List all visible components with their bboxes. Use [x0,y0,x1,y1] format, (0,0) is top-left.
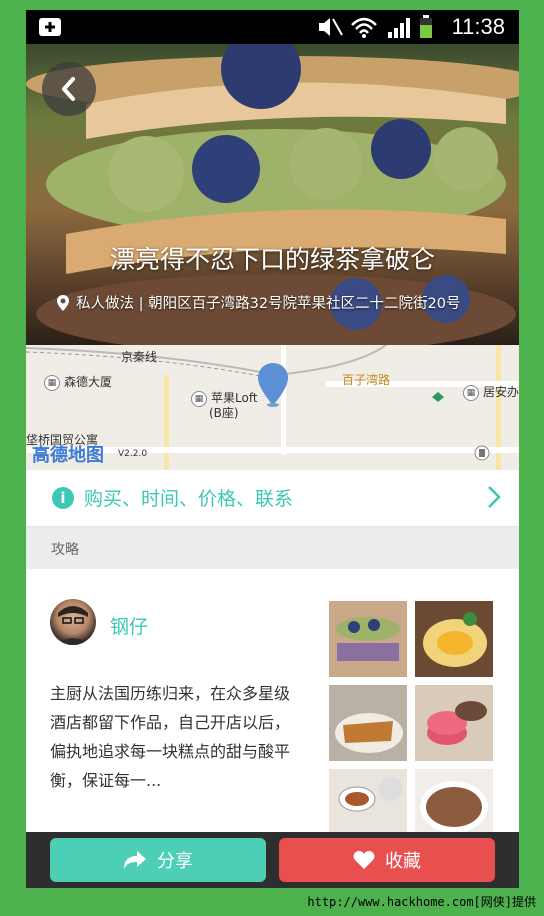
status-bar: 11:38 [26,10,519,44]
author-name[interactable]: 钢仔 [110,612,148,639]
map-view[interactable]: 京秦线 ▦ 森德大厦 ▦ 苹果Loft (B座) 百子湾路 ▦ 居安办 垡桥国贸公寓 … [26,345,519,470]
photo-thumbnail[interactable] [329,685,407,761]
section-label: 攻略 [51,542,79,558]
building-icon: ▦ [44,374,60,391]
building-icon: ▦ [191,390,207,407]
share-button[interactable]: 分享 [50,838,266,882]
watermark-text: http://www.hackhome.com[网侠]提供 [307,895,536,909]
info-icon: i [52,487,74,509]
favorite-button[interactable]: 收藏 [279,838,495,882]
location-line: 私人做法 | 朝阳区百子湾路32号院苹果社区二十二院街20号 [56,292,461,313]
avatar[interactable] [50,599,96,645]
wifi-icon [351,17,377,38]
action-bar: 分享 收藏 [26,832,519,888]
photo-thumbnail[interactable] [415,601,493,677]
guide-card[interactable]: 钢仔 主厨从法国历练归来，在众多星级酒店都留下作品，自己开店以后，偏执地追求每一… [26,569,519,845]
building-icon: ▦ [463,384,479,401]
map-label-rail: 京秦线 [121,350,158,364]
chevron-left-icon [62,77,75,101]
park-icon [432,392,444,402]
notification-icon [39,18,61,36]
chevron-right-icon [488,486,501,508]
signal-icon [388,18,410,38]
favorite-label: 收藏 [385,851,421,872]
location-pin-icon [57,294,69,311]
share-label: 分享 [157,851,193,872]
hero-image: 漂亮得不忍下口的绿茶拿破仑 私人做法 | 朝阳区百子湾路32号院苹果社区二十二院… [26,44,519,345]
avatar-image [56,606,90,645]
heart-icon [353,851,375,869]
gas-station-icon [474,445,490,461]
photo-thumbnail[interactable] [415,685,493,761]
article-summary: 主厨从法国历练归来，在众多星级酒店都留下作品，自己开店以后，偏执地追求每一块糕点… [50,684,291,790]
mute-icon [319,18,343,36]
map-label-apple-loft-b: (B座) [209,406,239,420]
map-label-juan: ▦ 居安办 [463,383,519,401]
map-label-senda: ▦ 森德大厦 [44,373,112,391]
purchase-info-label: 购买、时间、价格、联系 [84,488,294,510]
battery-icon [420,15,432,38]
map-marker-icon[interactable] [256,361,290,407]
share-icon [124,851,146,869]
map-version: V2.2.0 [118,449,148,459]
photo-thumbnail[interactable] [329,601,407,677]
purchase-info-row[interactable]: i 购买、时间、价格、联系 [26,470,519,527]
page-title: 漂亮得不忍下口的绿茶拿破仑 [109,245,435,274]
map-label-baiziwan: 百子湾路 [342,373,391,387]
back-button[interactable] [42,62,96,116]
app-screen: 11:38 漂亮得不忍下口的绿茶拿破仑 私人做法 | 朝阳区百子湾路32号院苹果… [26,10,519,888]
section-header: 攻略 [26,527,519,569]
address-text: 私人做法 | 朝阳区百子湾路32号院苹果社区二十二院街20号 [76,296,461,312]
clock: 11:38 [451,14,505,39]
map-logo: 高德地图 [32,445,104,466]
